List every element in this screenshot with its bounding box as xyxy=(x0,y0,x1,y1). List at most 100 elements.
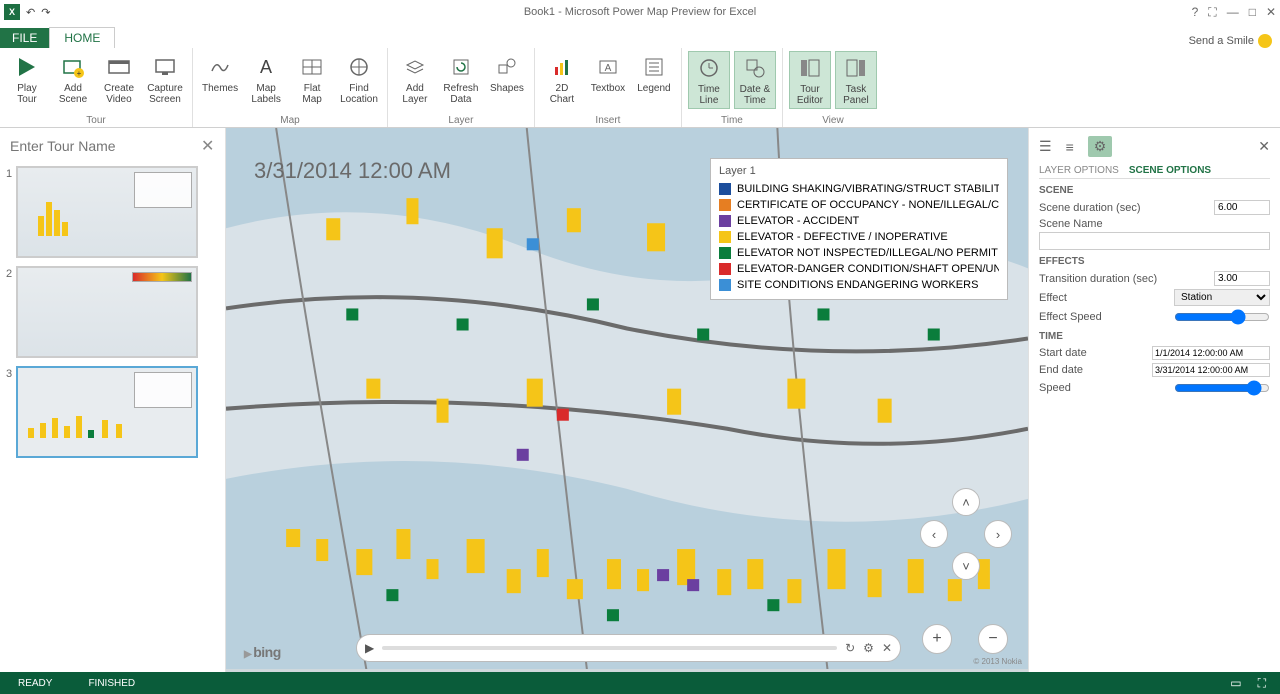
textbox-button[interactable]: ATextbox xyxy=(587,51,629,107)
map-labels-button[interactable]: AMapLabels xyxy=(245,51,287,107)
help-icon[interactable]: ? xyxy=(1192,5,1199,19)
legend-swatch xyxy=(719,231,731,243)
settings-icon[interactable]: ⚙ xyxy=(863,641,874,655)
send-a-smile[interactable]: Send a Smile xyxy=(1189,34,1272,48)
label-end-date: End date xyxy=(1039,364,1083,376)
legend-label: ELEVATOR - DEFECTIVE / INOPERATIVE xyxy=(737,231,948,243)
timestamp: 3/31/2014 12:00 AM xyxy=(254,158,451,184)
nav-cluster: ˄ ‹ › ˅ xyxy=(924,528,1008,612)
flat-map-button[interactable]: FlatMap xyxy=(291,51,333,107)
scene-thumb-3[interactable]: 3 xyxy=(6,366,219,458)
zoom-in-button[interactable]: + xyxy=(922,624,952,654)
legend-swatch xyxy=(719,247,731,259)
layers-icon[interactable]: ☰ xyxy=(1039,138,1052,155)
view-normal-icon[interactable]: ▭ xyxy=(1230,676,1241,691)
heading-effects: EFFECTS xyxy=(1039,256,1270,267)
app-title: Book1 - Microsoft Power Map Preview for … xyxy=(524,6,756,18)
tab-layer-options[interactable]: LAYER OPTIONS xyxy=(1039,163,1119,178)
title-bar: X ↶ ↷ Book1 - Microsoft Power Map Previe… xyxy=(0,0,1280,24)
end-date-input[interactable] xyxy=(1152,363,1270,377)
date-time-button[interactable]: Date &Time xyxy=(734,51,776,109)
list-icon[interactable]: ≡ xyxy=(1066,139,1074,155)
workspace: ✕ 1 2 3 xyxy=(0,128,1280,672)
undo-icon[interactable]: ↶ xyxy=(26,6,35,19)
redo-icon[interactable]: ↷ xyxy=(41,6,50,19)
view-full-icon[interactable]: ⛶ xyxy=(1258,676,1266,691)
nav-right-button[interactable]: › xyxy=(984,520,1012,548)
status-bar: READY FINISHED ▭ ⛶ xyxy=(0,672,1280,694)
minimize-icon[interactable]: — xyxy=(1227,5,1239,19)
nav-up-button[interactable]: ˄ xyxy=(952,488,980,516)
zoom-out-button[interactable]: − xyxy=(978,624,1008,654)
transition-duration-input[interactable] xyxy=(1214,271,1270,286)
label-effect: Effect xyxy=(1039,292,1067,304)
legend-label: SITE CONDITIONS ENDANGERING WORKERS xyxy=(737,279,978,291)
legend-button[interactable]: Legend xyxy=(633,51,675,107)
play-icon[interactable]: ▶ xyxy=(365,641,374,655)
label-scene-duration: Scene duration (sec) xyxy=(1039,202,1141,214)
excel-icon: X xyxy=(4,4,20,20)
start-date-input[interactable] xyxy=(1152,346,1270,360)
tour-editor-button[interactable]: TourEditor xyxy=(789,51,831,109)
loop-icon[interactable]: ↻ xyxy=(845,641,855,655)
tab-file[interactable]: FILE xyxy=(0,28,49,48)
2d-chart-button[interactable]: 2DChart xyxy=(541,51,583,107)
ribbon-options-icon[interactable]: ⛶ xyxy=(1208,5,1216,20)
svg-text:A: A xyxy=(260,57,272,77)
nav-down-button[interactable]: ˅ xyxy=(952,552,980,580)
map-copyright: © 2013 Nokia xyxy=(973,657,1022,666)
label-transition-duration: Transition duration (sec) xyxy=(1039,273,1157,285)
label-start-date: Start date xyxy=(1039,347,1087,359)
legend-label: BUILDING SHAKING/VIBRATING/STRUCT STABIL… xyxy=(737,183,999,195)
timeline-control[interactable]: ▶ ↻ ⚙ ✕ xyxy=(356,634,901,662)
play-tour-button[interactable]: PlayTour xyxy=(6,51,48,107)
effect-select[interactable]: Station xyxy=(1174,289,1270,306)
legend-swatch xyxy=(719,263,731,275)
ribbon-group-layer: AddLayer RefreshData Shapes Layer xyxy=(388,48,535,127)
tab-scene-options[interactable]: SCENE OPTIONS xyxy=(1129,163,1211,178)
timeline-button[interactable]: TimeLine xyxy=(688,51,730,109)
close-scenes-icon[interactable]: ✕ xyxy=(195,136,220,156)
close-pane-icon[interactable]: ✕ xyxy=(1258,138,1270,155)
legend-item: ELEVATOR NOT INSPECTED/ILLEGAL/NO PERMIT xyxy=(719,245,999,261)
tab-home[interactable]: HOME xyxy=(49,27,115,48)
shapes-button[interactable]: Shapes xyxy=(486,51,528,107)
legend-label: ELEVATOR-DANGER CONDITION/SHAFT OPEN/UNG… xyxy=(737,263,999,275)
ribbon-group-map: Themes AMapLabels FlatMap FindLocation M… xyxy=(193,48,388,127)
label-speed: Speed xyxy=(1039,382,1071,394)
legend-item: ELEVATOR - DEFECTIVE / INOPERATIVE xyxy=(719,229,999,245)
close-icon[interactable]: ✕ xyxy=(1266,5,1276,19)
add-layer-button[interactable]: AddLayer xyxy=(394,51,436,107)
themes-button[interactable]: Themes xyxy=(199,51,241,107)
capture-screen-button[interactable]: CaptureScreen xyxy=(144,51,186,107)
tour-name-input[interactable] xyxy=(6,134,195,158)
maximize-icon[interactable]: □ xyxy=(1249,5,1256,19)
speed-slider[interactable] xyxy=(1174,380,1270,396)
refresh-data-button[interactable]: RefreshData xyxy=(440,51,482,107)
ribbon-group-time: TimeLine Date &Time Time xyxy=(682,48,783,127)
legend-swatch xyxy=(719,279,731,291)
label-effect-speed: Effect Speed xyxy=(1039,311,1102,323)
close-timeline-icon[interactable]: ✕ xyxy=(882,641,892,655)
heading-scene: SCENE xyxy=(1039,185,1270,196)
scene-name-input[interactable] xyxy=(1039,232,1270,250)
svg-text:+: + xyxy=(77,69,82,78)
smile-icon xyxy=(1258,34,1272,48)
legend-panel[interactable]: Layer 1 BUILDING SHAKING/VIBRATING/STRUC… xyxy=(710,158,1008,300)
scene-thumb-2[interactable]: 2 xyxy=(6,266,219,358)
create-video-button[interactable]: CreateVideo xyxy=(98,51,140,107)
scene-duration-input[interactable] xyxy=(1214,200,1270,215)
effect-speed-slider[interactable] xyxy=(1174,309,1270,325)
label-scene-name: Scene Name xyxy=(1039,218,1103,230)
timeline-track[interactable] xyxy=(382,646,837,650)
scene-settings-icon[interactable]: ⚙ xyxy=(1088,136,1113,157)
legend-swatch xyxy=(719,199,731,211)
task-panel-button[interactable]: TaskPanel xyxy=(835,51,877,109)
add-scene-button[interactable]: +AddScene xyxy=(52,51,94,107)
map-view[interactable]: 3/31/2014 12:00 AM Layer 1 BUILDING SHAK… xyxy=(226,128,1028,672)
scene-thumb-1[interactable]: 1 xyxy=(6,166,219,258)
legend-item: ELEVATOR - ACCIDENT xyxy=(719,213,999,229)
bing-logo: bing xyxy=(244,644,281,660)
find-location-button[interactable]: FindLocation xyxy=(337,51,381,107)
nav-left-button[interactable]: ‹ xyxy=(920,520,948,548)
